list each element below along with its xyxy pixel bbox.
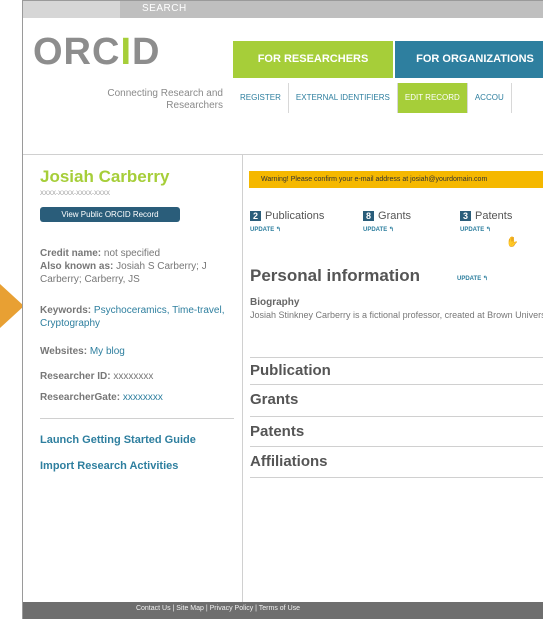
header-divider (23, 154, 543, 155)
subnav: REGISTER EXTERNAL IDENTIFIERS EDIT RECOR… (233, 83, 512, 113)
subnav-edit-record[interactable]: EDIT RECORD (397, 83, 468, 113)
grants-count[interactable]: 8 Grants (363, 210, 411, 222)
sidebar-divider (40, 418, 234, 419)
tab-for-organizations[interactable]: FOR ORGANIZATIONS (395, 41, 543, 78)
warning-banner: Warning! Please confirm your e-mail addr… (249, 171, 543, 188)
footer-links[interactable]: Contact Us | Site Map | Privacy Policy |… (23, 605, 413, 612)
subnav-account[interactable]: ACCOU (468, 83, 512, 113)
biography-label: Biography (250, 297, 300, 308)
getting-started-link[interactable]: Launch Getting Started Guide (40, 434, 196, 446)
section-grants[interactable]: Grants (250, 391, 543, 408)
section-divider (250, 384, 543, 385)
orcid-logo[interactable]: ORCID (33, 31, 160, 74)
biography-text: Josiah Stinkney Carberry is a fictional … (250, 310, 543, 320)
orcid-page: SEARCH ORCID Connecting Research and Res… (22, 0, 543, 619)
search-bar[interactable]: SEARCH (120, 1, 543, 18)
publications-update-link[interactable]: UPDATE ↰ (250, 226, 281, 233)
section-divider (250, 416, 543, 417)
patents-update-link[interactable]: UPDATE ↰ (460, 226, 491, 233)
also-known-as: Also known as: Josiah S Carberry; J Carb… (40, 261, 207, 285)
section-divider (250, 477, 543, 478)
tab-for-researchers[interactable]: FOR RESEARCHERS (233, 41, 393, 78)
keywords: Keywords: Psychoceramics, Time-travel, C… (40, 305, 225, 329)
column-divider (242, 154, 243, 602)
search-label: SEARCH (142, 3, 187, 14)
researchgate: ResearcherGate: xxxxxxxx (40, 392, 163, 403)
tagline: Connecting Research and Researchers (107, 88, 223, 111)
view-public-record-button[interactable]: View Public ORCID Record (40, 207, 180, 222)
import-activities-link[interactable]: Import Research Activities (40, 460, 178, 472)
orcid-id: XXXX-XXXX-XXXX-XXXX (40, 191, 111, 197)
subnav-external-identifiers[interactable]: EXTERNAL IDENTIFIERS (289, 83, 398, 113)
grants-update-link[interactable]: UPDATE ↰ (363, 226, 394, 233)
cursor-icon: ✋ (506, 237, 519, 248)
publications-count[interactable]: 2 Publications (250, 210, 324, 222)
section-divider (250, 357, 543, 358)
blog-link[interactable]: My blog (90, 346, 125, 357)
profile-name: Josiah Carberry (40, 167, 170, 186)
researchgate-link[interactable]: xxxxxxxx (123, 392, 163, 403)
credit-name: Credit name: not specified (40, 248, 161, 259)
section-publication[interactable]: Publication (250, 362, 543, 379)
websites: Websites: My blog (40, 346, 125, 357)
personal-update-link[interactable]: UPDATE ↰ (457, 275, 488, 282)
patents-count[interactable]: 3 Patents (460, 210, 512, 222)
pointer-arrow-icon (0, 284, 24, 328)
researcher-id: Researcher ID: xxxxxxxx (40, 371, 154, 382)
section-patents[interactable]: Patents (250, 423, 543, 440)
section-affiliations[interactable]: Affiliations (250, 453, 543, 470)
section-divider (250, 446, 543, 447)
footer: Contact Us | Site Map | Privacy Policy |… (23, 602, 543, 619)
personal-information-heading: Personal information (250, 266, 421, 285)
subnav-register[interactable]: REGISTER (233, 83, 289, 113)
